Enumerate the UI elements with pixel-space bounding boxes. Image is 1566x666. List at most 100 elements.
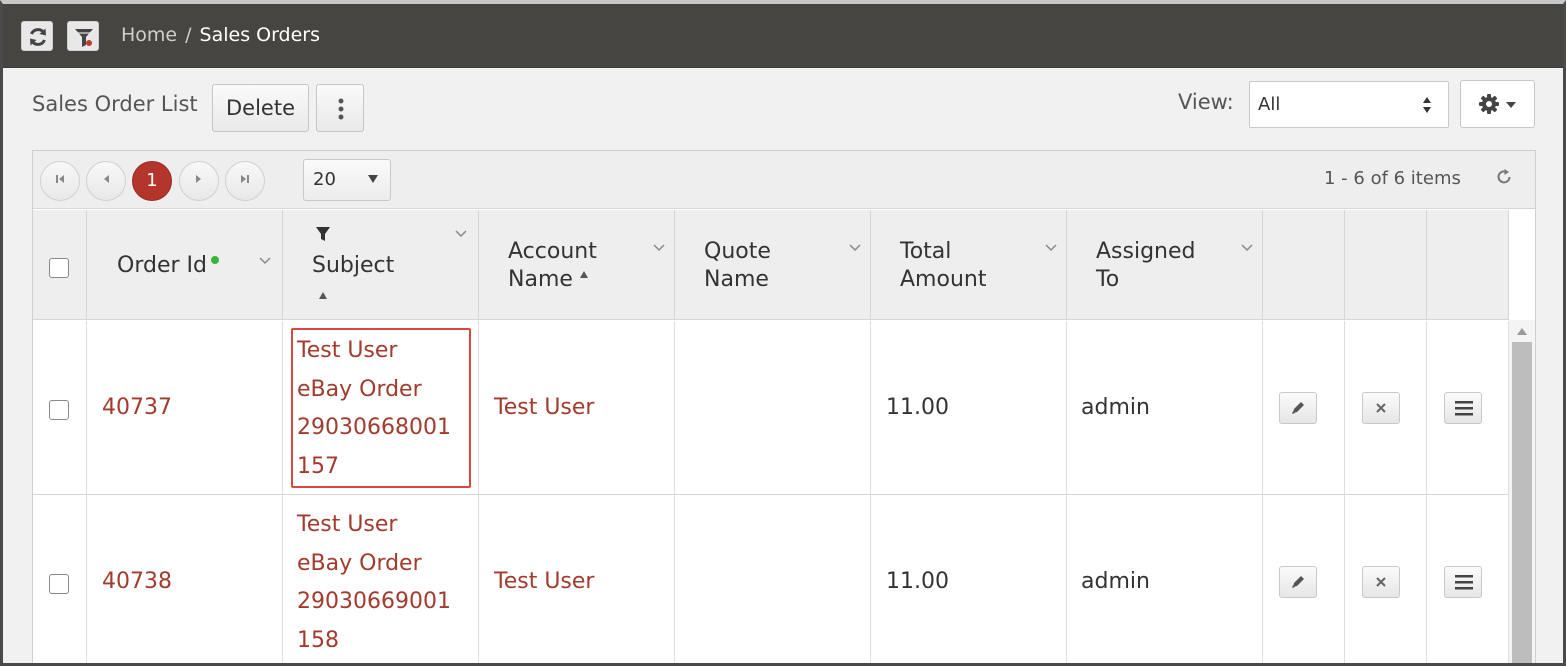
quote-name-header-label-1: Quote [704, 239, 771, 264]
order-id-link[interactable]: 40737 [102, 395, 172, 420]
table-row: 40738 Test User eBay Order 29030669001 1… [33, 495, 1509, 663]
last-page-icon [241, 175, 249, 183]
assigned-to-header-label-2: To [1096, 267, 1120, 292]
edit-cell [1263, 321, 1345, 495]
page-1-button[interactable]: 1 [132, 161, 172, 201]
breadcrumb: Home / Sales Orders [121, 24, 320, 46]
header-select-cell [33, 210, 87, 320]
more-actions-button[interactable] [316, 84, 364, 132]
delete-button[interactable]: Delete [212, 84, 309, 132]
order-id-cell: 40737 [87, 321, 283, 495]
chevron-down-icon [368, 175, 378, 183]
total-amount-value: 11.00 [886, 395, 949, 420]
subject-highlight-box [291, 328, 471, 488]
account-name-link[interactable]: Test User [494, 395, 594, 420]
order-id-header-label: Order Id [117, 253, 207, 278]
delete-cell [1345, 321, 1427, 495]
row-checkbox[interactable] [49, 574, 69, 594]
edit-button[interactable] [1279, 392, 1317, 424]
menu-cell [1427, 321, 1509, 495]
filter-button[interactable] [67, 21, 99, 51]
account-name-header-label-2: Name [508, 267, 573, 292]
order-id-cell: 40738 [87, 495, 283, 663]
pencil-icon [1292, 402, 1304, 414]
header-total-amount[interactable]: Total Amount [871, 210, 1067, 320]
quote-name-header-label-2: Name [704, 267, 769, 292]
refresh-icon[interactable] [1495, 168, 1513, 186]
header-account-name[interactable]: Account Name [479, 210, 675, 320]
close-icon [1376, 577, 1386, 587]
header-menu-column [1427, 210, 1509, 320]
vertical-scrollbar[interactable] [1509, 320, 1535, 663]
header-subject[interactable]: Subject [283, 210, 479, 320]
order-id-link[interactable]: 40738 [102, 569, 172, 594]
subject-line: 29030669001 [297, 589, 451, 614]
chevron-down-icon[interactable] [455, 230, 467, 238]
prev-page-button[interactable] [86, 161, 126, 201]
account-name-header-label-1: Account [508, 239, 597, 264]
subject-cell: Test User eBay Order 29030669001 158 [283, 495, 479, 663]
account-name-cell: Test User [479, 321, 675, 495]
scroll-thumb[interactable] [1512, 342, 1532, 663]
last-page-button[interactable] [225, 161, 265, 201]
total-amount-cell: 11.00 [871, 321, 1067, 495]
next-page-button[interactable] [179, 161, 219, 201]
chevron-down-icon[interactable] [1045, 244, 1057, 252]
scroll-up-arrow-icon[interactable] [1517, 328, 1527, 335]
header-quote-name[interactable]: Quote Name [675, 210, 871, 320]
list-title: Sales Order List [32, 92, 198, 116]
page-size-select[interactable]: 20 [303, 159, 391, 201]
assigned-to-header-label-1: Assigned [1096, 239, 1196, 264]
gear-icon [1479, 94, 1499, 114]
select-arrows-icon [1423, 97, 1431, 113]
breadcrumb-home[interactable]: Home [121, 24, 177, 46]
filter-icon [316, 227, 330, 241]
vertical-ellipsis-icon [338, 98, 344, 120]
row-select-cell [33, 321, 87, 495]
row-checkbox[interactable] [49, 400, 69, 420]
sales-order-grid: 1 20 1 - 6 of 6 items Order Id Subject A… [32, 150, 1536, 663]
delete-row-button[interactable] [1362, 392, 1400, 424]
delete-cell [1345, 495, 1427, 663]
chevron-down-icon[interactable] [259, 257, 271, 265]
total-amount-header-label-1: Total [900, 239, 952, 264]
subject-header-label: Subject [312, 253, 395, 278]
header-delete-column [1345, 210, 1427, 320]
first-page-button[interactable] [40, 161, 80, 201]
assigned-to-value: admin [1081, 395, 1150, 420]
breadcrumb-current: Sales Orders [199, 24, 321, 46]
grid-header: Order Id Subject Account Name Quote Name T… [33, 210, 1509, 320]
total-amount-header-label-2: Amount [900, 267, 987, 292]
filter-icon [75, 29, 93, 47]
items-info: 1 - 6 of 6 items [1324, 168, 1461, 189]
pencil-icon [1292, 576, 1304, 588]
assigned-to-cell: admin [1067, 495, 1263, 663]
header-order-id[interactable]: Order Id [87, 210, 283, 320]
select-all-checkbox[interactable] [49, 258, 69, 278]
chevron-down-icon[interactable] [653, 244, 665, 252]
edit-cell [1263, 495, 1345, 663]
refresh-button[interactable] [21, 21, 53, 51]
row-menu-button[interactable] [1444, 392, 1482, 424]
view-label: View: [1178, 90, 1234, 114]
next-page-icon [196, 175, 201, 183]
delete-row-button[interactable] [1362, 566, 1400, 598]
account-name-link[interactable]: Test User [494, 569, 594, 594]
subject-line: Test User [297, 512, 398, 537]
top-bar: Home / Sales Orders [3, 4, 1563, 68]
row-menu-button[interactable] [1444, 566, 1482, 598]
view-select[interactable]: All [1249, 81, 1449, 128]
menu-cell [1427, 495, 1509, 663]
subject-line: 158 [297, 627, 339, 653]
chevron-down-icon[interactable] [849, 244, 861, 252]
hamburger-icon [1455, 401, 1473, 416]
edit-button[interactable] [1279, 566, 1317, 598]
chevron-down-icon[interactable] [1241, 244, 1253, 252]
table-row: 40737 Test User eBay Order 29030668001 1… [33, 321, 1509, 495]
header-assigned-to[interactable]: Assigned To [1067, 210, 1263, 320]
assigned-to-value: admin [1081, 569, 1150, 594]
settings-button[interactable] [1460, 80, 1535, 128]
subject-link[interactable]: Test User eBay Order 29030669001 158 [297, 506, 451, 660]
prev-page-icon [104, 175, 109, 183]
quote-name-cell [675, 321, 871, 495]
